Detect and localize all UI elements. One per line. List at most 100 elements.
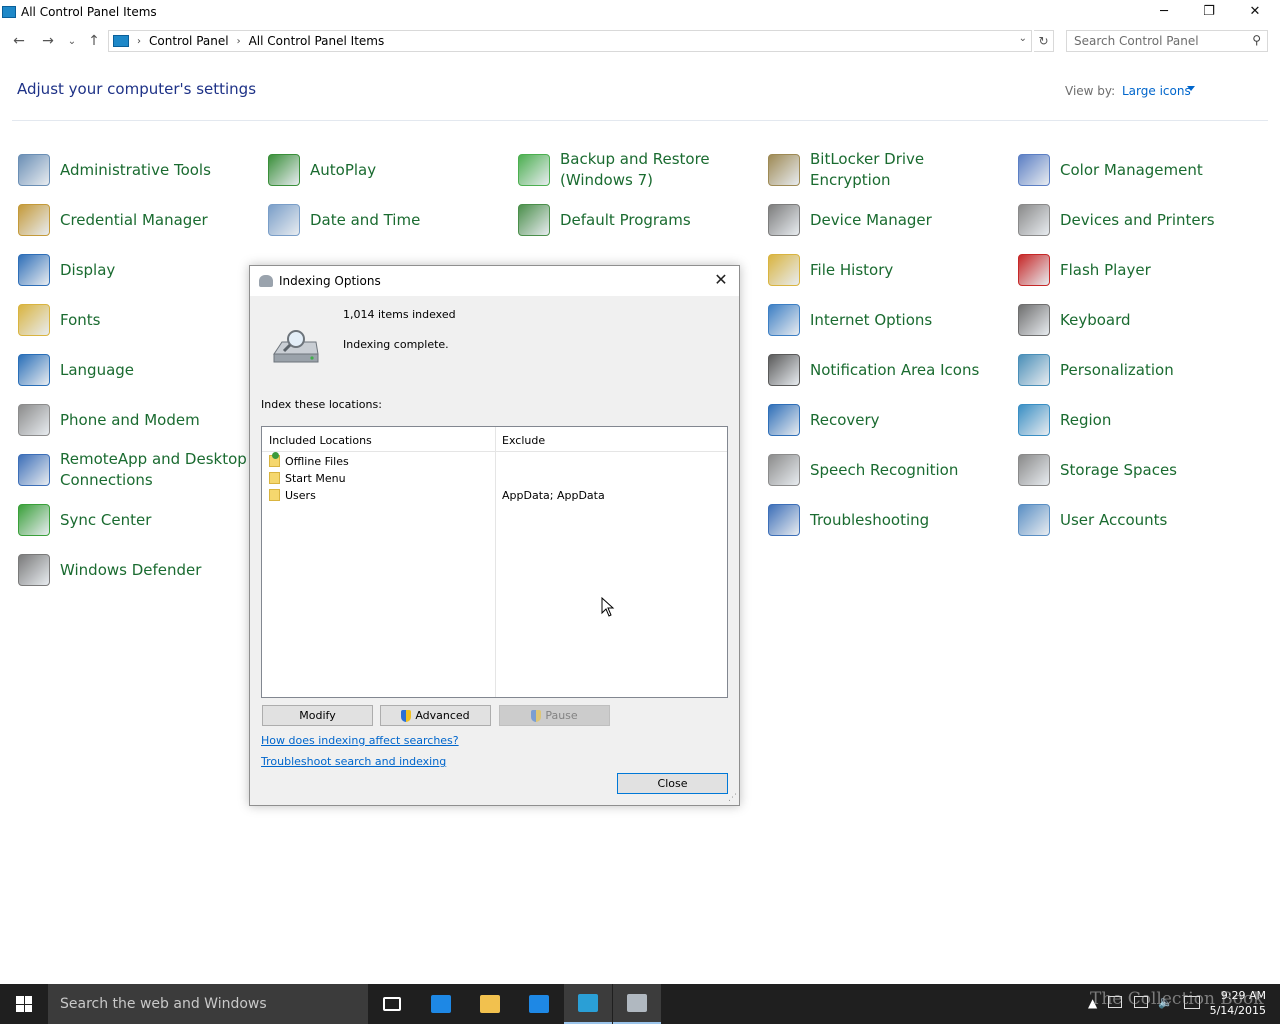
cp-item-label: Personalization	[1060, 360, 1174, 379]
taskbar-app[interactable]	[417, 984, 465, 1024]
locations-label: Index these locations:	[261, 398, 382, 411]
cp-item[interactable]: Personalization	[1018, 348, 1253, 392]
cp-item-label: Display	[60, 260, 116, 279]
cp-item-label: Devices and Printers	[1060, 210, 1215, 229]
cp-item[interactable]: Windows Defender	[18, 548, 253, 592]
cp-item[interactable]: Language	[18, 348, 253, 392]
cp-item-label: Notification Area Icons	[810, 360, 980, 379]
back-icon[interactable]: ←	[9, 31, 29, 51]
cp-item[interactable]: File History	[768, 248, 1003, 292]
cp-item[interactable]: Flash Player	[1018, 248, 1253, 292]
chevron-down-icon[interactable]	[1187, 86, 1195, 91]
up-icon[interactable]: ↑	[84, 31, 104, 51]
cp-item[interactable]: Notification Area Icons	[768, 348, 1003, 392]
dialog-title-bar: Indexing Options ✕	[250, 266, 739, 296]
bitlocker-icon	[768, 154, 800, 186]
taskbar-app[interactable]	[368, 984, 416, 1024]
cp-item[interactable]: Color Management	[1018, 148, 1253, 192]
keyboard-icon	[1018, 304, 1050, 336]
location-exclude: AppData; AppData	[502, 489, 605, 502]
taskbar-app[interactable]	[564, 984, 612, 1024]
view-by-dropdown[interactable]: Large icons	[1122, 84, 1191, 98]
cp-item[interactable]: Administrative Tools	[18, 148, 253, 192]
location-row[interactable]: Offline Files	[262, 452, 727, 470]
close-button[interactable]: Close	[617, 773, 728, 794]
taskbar-app[interactable]	[466, 984, 514, 1024]
cp-item[interactable]: Phone and Modem	[18, 398, 253, 442]
cp-item[interactable]: Recovery	[768, 398, 1003, 442]
taskbar-search-box[interactable]: Search the web and Windows	[48, 984, 368, 1024]
cp-item[interactable]: Region	[1018, 398, 1253, 442]
resize-grip-icon[interactable]: ⋰	[728, 793, 737, 803]
restore-button[interactable]: ❐	[1186, 0, 1232, 22]
cp-item[interactable]: RemoteApp and Desktop Connections	[18, 448, 253, 492]
refresh-icon[interactable]: ↻	[1034, 30, 1054, 52]
internet-icon	[768, 304, 800, 336]
chevron-down-icon[interactable]: ⌄	[1019, 33, 1027, 44]
cp-item-label: Speech Recognition	[810, 460, 959, 479]
page-title: Adjust your computer's settings	[17, 80, 257, 98]
cp-item[interactable]: User Accounts	[1018, 498, 1253, 542]
cp-item-label: AutoPlay	[310, 160, 377, 179]
breadcrumb-all-items[interactable]: All Control Panel Items	[249, 34, 385, 48]
window-title: All Control Panel Items	[21, 5, 157, 19]
cp-item[interactable]: Speech Recognition	[768, 448, 1003, 492]
control-panel-icon	[2, 6, 16, 18]
close-window-button[interactable]: ✕	[1232, 0, 1278, 22]
pause-button[interactable]: Pause	[499, 705, 610, 726]
cp-item-label: Keyboard	[1060, 310, 1131, 329]
search-placeholder: Search Control Panel	[1074, 34, 1199, 48]
taskbar-app[interactable]	[613, 984, 661, 1024]
start-button[interactable]	[0, 984, 48, 1024]
cp-item-label: Flash Player	[1060, 260, 1151, 279]
cp-item[interactable]: Storage Spaces	[1018, 448, 1253, 492]
indexing-help-link[interactable]: How does indexing affect searches?	[261, 734, 459, 747]
taskbar-search-placeholder: Search the web and Windows	[60, 996, 267, 1012]
device-manager-icon	[768, 204, 800, 236]
location-row[interactable]: Users AppData; AppData	[262, 487, 727, 504]
forward-icon[interactable]: →	[38, 31, 58, 51]
cp-item[interactable]: BitLocker Drive Encryption	[768, 148, 1003, 192]
col-included[interactable]: Included Locations	[269, 434, 372, 447]
display-icon	[18, 254, 50, 286]
cp-item[interactable]: Sync Center	[18, 498, 253, 542]
edge-icon	[431, 995, 451, 1013]
cp-item-label: BitLocker Drive Encryption	[810, 150, 925, 189]
cp-item[interactable]: Devices and Printers	[1018, 198, 1253, 242]
navigation-bar: ← → ⌄ ↑ › Control Panel › All Control Pa…	[0, 28, 1280, 54]
storage-icon	[1018, 454, 1050, 486]
troubleshoot-link[interactable]: Troubleshoot search and indexing	[261, 755, 446, 768]
cp-item[interactable]: Default Programs	[518, 198, 753, 242]
search-input[interactable]: Search Control Panel ⚲	[1066, 30, 1268, 52]
personalization-icon	[1018, 354, 1050, 386]
color-management-icon	[1018, 154, 1050, 186]
advanced-button[interactable]: Advanced	[380, 705, 491, 726]
search-icon[interactable]: ⚲	[1252, 33, 1261, 47]
address-bar[interactable]: › Control Panel › All Control Panel Item…	[108, 30, 1032, 52]
cp-item[interactable]: Credential Manager	[18, 198, 253, 242]
cp-item[interactable]: Fonts	[18, 298, 253, 342]
locations-list[interactable]: Included Locations Exclude Offline Files…	[261, 426, 728, 698]
recent-locations-icon[interactable]: ⌄	[62, 31, 82, 51]
dialog-close-icon[interactable]: ✕	[711, 270, 731, 290]
cp-item[interactable]: Keyboard	[1018, 298, 1253, 342]
cp-item-label: Credential Manager	[60, 210, 208, 229]
location-name: Start Menu	[285, 472, 346, 485]
task-view-icon	[383, 997, 401, 1011]
cp-item[interactable]: Device Manager	[768, 198, 1003, 242]
cp-item[interactable]: Troubleshooting	[768, 498, 1003, 542]
col-exclude[interactable]: Exclude	[502, 434, 545, 447]
cp-item[interactable]: Display	[18, 248, 253, 292]
region-icon	[1018, 404, 1050, 436]
modify-button[interactable]: Modify	[262, 705, 373, 726]
cp-item[interactable]: AutoPlay	[268, 148, 503, 192]
taskbar-app[interactable]	[515, 984, 563, 1024]
cp-item[interactable]: Backup and Restore (Windows 7)	[518, 148, 753, 192]
location-row[interactable]: Start Menu	[262, 470, 727, 487]
cp-item-label: Color Management	[1060, 160, 1203, 179]
cp-item[interactable]: Internet Options	[768, 298, 1003, 342]
cp-item[interactable]: Date and Time	[268, 198, 503, 242]
minimize-button[interactable]: ─	[1141, 0, 1187, 22]
cp-item-label: Default Programs	[560, 210, 691, 229]
breadcrumb-control-panel[interactable]: Control Panel	[149, 34, 229, 48]
